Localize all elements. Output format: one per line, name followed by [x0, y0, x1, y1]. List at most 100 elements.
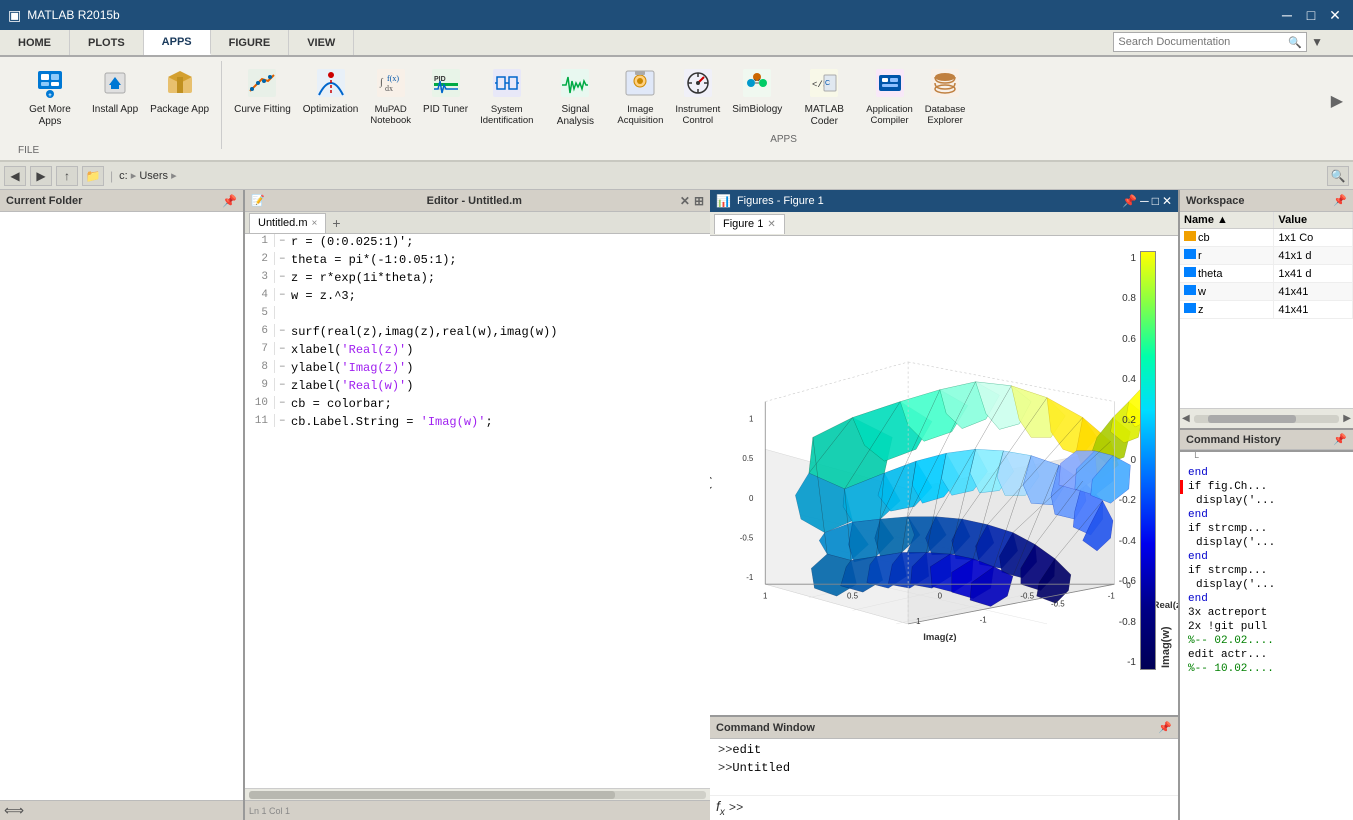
- editor-tab-untitled[interactable]: Untitled.m ×: [249, 213, 326, 233]
- hist-actreport[interactable]: 3x actreport: [1180, 606, 1353, 620]
- search-input[interactable]: [1118, 36, 1288, 48]
- forward-button[interactable]: ▶: [30, 166, 52, 186]
- colorbar-tick-9: -0.6: [1108, 576, 1136, 587]
- hist-end-1[interactable]: end: [1180, 466, 1353, 480]
- tab-view[interactable]: VIEW: [289, 30, 354, 55]
- editor-detach-icon[interactable]: ⊞: [694, 194, 704, 208]
- figure-maximize-icon[interactable]: □: [1152, 194, 1159, 208]
- tab-apps[interactable]: APPS: [144, 30, 211, 55]
- tab-plots[interactable]: PLOTS: [70, 30, 144, 55]
- hist-end-4[interactable]: end: [1180, 592, 1353, 606]
- ws-row-w[interactable]: w 41x41: [1180, 283, 1353, 301]
- hist-indent-1: └: [1180, 452, 1353, 466]
- ws-row-r[interactable]: r 41x1 d: [1180, 247, 1353, 265]
- image-acq-button[interactable]: ImageAcquisition: [611, 61, 669, 141]
- back-button[interactable]: ◀: [4, 166, 26, 186]
- hist-end-2[interactable]: end: [1180, 508, 1353, 522]
- command-history-pin[interactable]: 📌: [1333, 433, 1347, 446]
- code-line-7: 7 – xlabel('Real(z)'): [245, 342, 710, 360]
- search-box[interactable]: 🔍: [1113, 32, 1307, 52]
- add-tab-button[interactable]: +: [326, 213, 346, 233]
- users-breadcrumb[interactable]: Users: [139, 170, 168, 182]
- close-button[interactable]: ✕: [1325, 7, 1345, 24]
- command-prompt-line[interactable]: fx >>: [710, 795, 1178, 820]
- editor-tab-close[interactable]: ×: [312, 218, 318, 229]
- ws-row-cb[interactable]: cb 1x1 Co: [1180, 229, 1353, 247]
- scroll-left-icon[interactable]: ◀: [1182, 413, 1190, 424]
- svg-text:1: 1: [916, 616, 921, 625]
- get-more-apps-button[interactable]: + Get More Apps: [14, 61, 86, 141]
- editor-content[interactable]: 1 – r = (0:0.025:1)'; 2 – theta = pi*(-1…: [245, 234, 710, 788]
- figure-window-controls[interactable]: 📌 ─ □ ✕: [1122, 194, 1172, 208]
- drive-breadcrumb[interactable]: c:: [119, 170, 128, 182]
- tab-home[interactable]: HOME: [0, 30, 70, 55]
- search-icon: 🔍: [1288, 36, 1302, 49]
- ws-value-r: 41x1 d: [1274, 247, 1353, 265]
- figure-close-icon[interactable]: ✕: [1162, 194, 1172, 208]
- hist-end-3[interactable]: end: [1180, 550, 1353, 564]
- search-nav-button[interactable]: 🔍: [1327, 166, 1349, 186]
- browse-button[interactable]: 📁: [82, 166, 104, 186]
- fx-symbol: fx: [716, 798, 725, 818]
- mupad-button[interactable]: ∫ f(x) dx MuPADNotebook: [364, 61, 417, 141]
- app-compiler-button[interactable]: ApplicationCompiler: [860, 61, 918, 141]
- expand-icon[interactable]: ▼: [1311, 35, 1323, 49]
- figure-tab-close[interactable]: ✕: [767, 219, 775, 230]
- workspace-pin[interactable]: 📌: [1333, 194, 1347, 207]
- editor-header: 📝 Editor - Untitled.m ✕ ⊞: [245, 190, 710, 212]
- figure-minimize-icon[interactable]: ─: [1140, 194, 1149, 208]
- resize-left-bottom[interactable]: ⟺: [4, 802, 24, 819]
- window-controls[interactable]: ─ □ ✕: [1277, 7, 1345, 24]
- simbiology-button[interactable]: SimBiology: [726, 61, 788, 141]
- install-app-button[interactable]: Install App: [86, 61, 144, 141]
- file-section-label: FILE: [18, 142, 39, 156]
- current-folder-pin[interactable]: 📌: [222, 194, 237, 208]
- package-app-button[interactable]: Package App: [144, 61, 215, 141]
- hist-if-strcmp-1[interactable]: if strcmp...: [1180, 522, 1353, 536]
- cmd-text-1: edit: [732, 743, 761, 757]
- matlab-coder-button[interactable]: </> C MATLAB Coder: [788, 61, 860, 141]
- colorbar-tick-4: 0.4: [1108, 374, 1136, 385]
- command-window-pin[interactable]: 📌: [1158, 721, 1172, 734]
- scroll-right-icon[interactable]: ▶: [1343, 413, 1351, 424]
- colorbar-tick-7: -0.2: [1108, 495, 1136, 506]
- svg-text:0.5: 0.5: [742, 454, 754, 463]
- hist-date-1[interactable]: %-- 02.02....: [1180, 634, 1353, 648]
- command-input[interactable]: [743, 801, 1172, 815]
- hist-git-pull[interactable]: 2x !git pull: [1180, 620, 1353, 634]
- system-id-button[interactable]: SystemIdentification: [474, 61, 539, 141]
- editor-close-icon[interactable]: ✕: [680, 194, 690, 208]
- hist-if-fig[interactable]: if fig.Ch...: [1180, 480, 1353, 494]
- workspace-scroll-track[interactable]: [1194, 415, 1340, 423]
- hist-edit-actr[interactable]: edit actr...: [1180, 648, 1353, 662]
- tab-figure[interactable]: FIGURE: [211, 30, 290, 55]
- hist-display-3[interactable]: display('...: [1180, 578, 1353, 592]
- instrument-ctrl-button[interactable]: InstrumentControl: [669, 61, 726, 141]
- figure-window: 📊 Figures - Figure 1 📌 ─ □ ✕ Figure 1 ✕: [710, 190, 1178, 820]
- minimize-button[interactable]: ─: [1277, 7, 1297, 24]
- more-apps-arrow[interactable]: ▶: [1331, 91, 1343, 111]
- command-history-header: Command History 📌: [1180, 428, 1353, 450]
- editor-panel-wrapper: 📝 Editor - Untitled.m ✕ ⊞ Untitled.m × +…: [245, 190, 710, 820]
- workspace-scrollbar[interactable]: ◀ ▶: [1180, 408, 1353, 428]
- editor-scrollbar-h[interactable]: [245, 788, 710, 800]
- hist-date-2[interactable]: %-- 10.02....: [1180, 662, 1353, 676]
- signal-analysis-icon: [557, 65, 593, 101]
- signal-analysis-button[interactable]: Signal Analysis: [539, 61, 611, 141]
- curve-fitting-button[interactable]: Curve Fitting: [228, 61, 297, 141]
- figure-pin-icon[interactable]: 📌: [1122, 194, 1137, 208]
- ws-row-theta[interactable]: theta 1x41 d: [1180, 265, 1353, 283]
- pid-tuner-button[interactable]: PID PID Tuner: [417, 61, 474, 141]
- figure-tab-1[interactable]: Figure 1 ✕: [714, 214, 785, 234]
- hist-display-2[interactable]: display('...: [1180, 536, 1353, 550]
- colorbar-labels: 1 0.8 0.6 0.4 0.2 0 -0.2 -0.4 -0.6 -0.8 …: [1108, 251, 1136, 670]
- instrument-ctrl-icon: [680, 65, 716, 101]
- ws-row-z[interactable]: z 41x41: [1180, 301, 1353, 319]
- up-button[interactable]: ↑: [56, 166, 78, 186]
- hist-display-1[interactable]: display('...: [1180, 494, 1353, 508]
- db-explorer-button[interactable]: DatabaseExplorer: [919, 61, 972, 141]
- optimization-button[interactable]: Optimization: [297, 61, 365, 141]
- svg-text:-1: -1: [746, 573, 754, 582]
- maximize-button[interactable]: □: [1301, 7, 1321, 24]
- hist-if-strcmp-2[interactable]: if strcmp...: [1180, 564, 1353, 578]
